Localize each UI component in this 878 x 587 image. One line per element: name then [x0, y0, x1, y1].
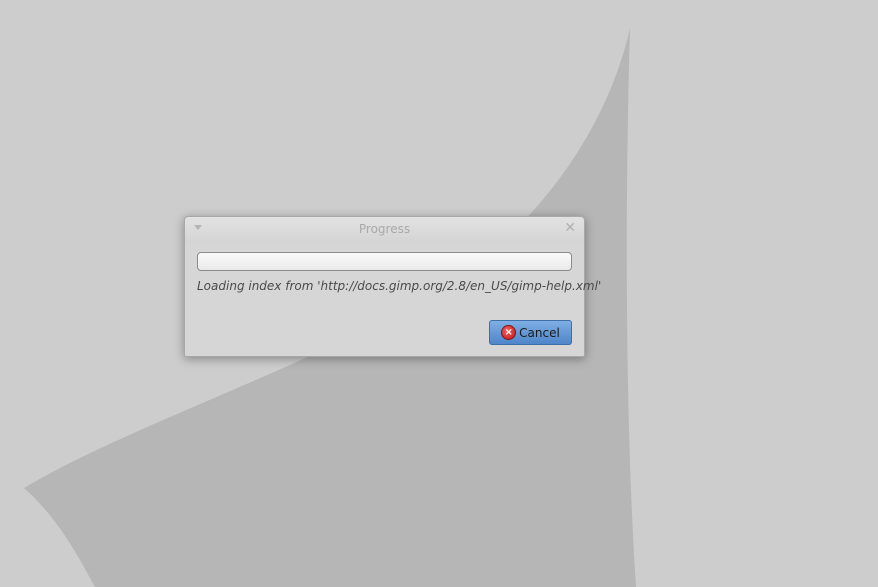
cancel-button-label: Cancel [519, 325, 560, 340]
progress-dialog: Progress ✕ Loading index from 'http://do… [184, 216, 601, 357]
cancel-button[interactable]: × Cancel [489, 320, 572, 345]
cancel-icon: × [501, 325, 517, 340]
dialog-titlebar[interactable]: Progress ✕ [185, 217, 584, 243]
dialog-title: Progress [358, 222, 411, 236]
status-text: Loading index from 'http://docs.gimp.org… [197, 279, 602, 293]
progress-bar [197, 252, 572, 271]
close-icon[interactable]: ✕ [564, 221, 576, 235]
